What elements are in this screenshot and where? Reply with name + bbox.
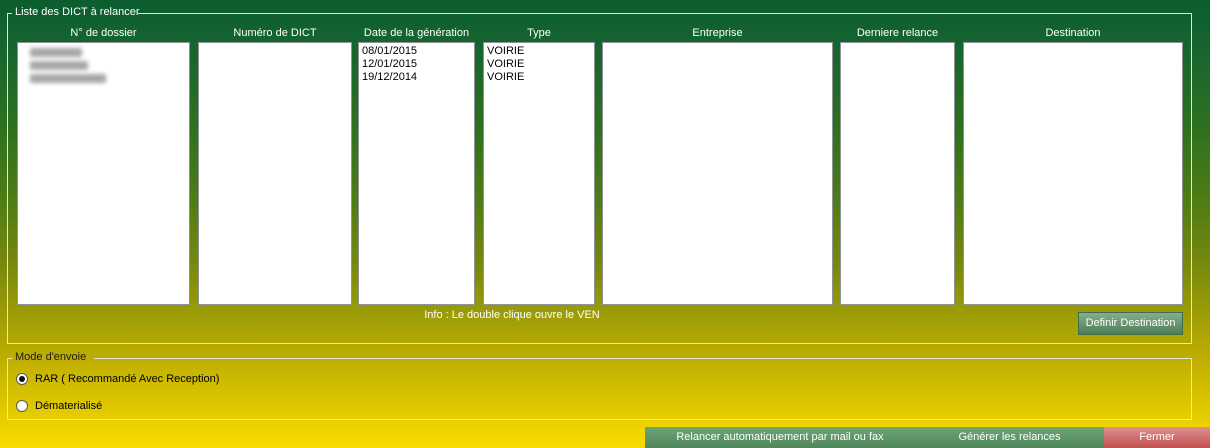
list-item-type[interactable]: VOIRIE xyxy=(484,58,594,71)
generer-relances-button[interactable]: Générer les relances xyxy=(915,427,1104,448)
dict-relance-window: Liste des DICT à relancer N° de dossier … xyxy=(0,0,1210,448)
list-item-type[interactable]: VOIRIE xyxy=(484,71,594,84)
listbox-destination[interactable] xyxy=(963,42,1183,305)
list-item-redacted[interactable] xyxy=(30,61,88,70)
liste-group-label: Liste des DICT à relancer xyxy=(15,6,140,18)
listbox-relance[interactable] xyxy=(840,42,955,305)
column-header-entreprise: Entreprise xyxy=(692,27,743,39)
groupbox-border xyxy=(8,13,12,14)
list-item-date[interactable]: 19/12/2014 xyxy=(359,71,474,84)
groupbox-border xyxy=(138,13,1191,14)
column-header-destination: Destination xyxy=(1045,27,1101,39)
listbox-entreprise[interactable] xyxy=(602,42,833,305)
radio-selected-dot xyxy=(19,376,25,382)
info-label: Info : Le double clique ouvre le VEN xyxy=(424,309,600,321)
mode-envoie-groupbox: Mode d'envoie xyxy=(7,351,1192,420)
column-header-numero-dict: Numéro de DICT xyxy=(233,27,317,39)
definir-destination-button[interactable]: Definir Destination xyxy=(1078,312,1183,335)
relancer-auto-button[interactable]: Relancer automatiquement par mail ou fax xyxy=(645,427,915,448)
column-header-date: Date de la génération xyxy=(363,27,470,39)
radio-option-dematerialise[interactable]: Dématerialisé xyxy=(16,399,102,413)
listbox-date[interactable]: 08/01/2015 12/01/2015 19/12/2014 xyxy=(358,42,475,305)
radio-label-rar: RAR ( Recommandé Avec Reception) xyxy=(35,373,220,385)
list-item-type[interactable]: VOIRIE xyxy=(484,45,594,58)
groupbox-border xyxy=(8,358,12,359)
list-item-date[interactable]: 08/01/2015 xyxy=(359,45,474,58)
column-header-dossier: N° de dossier xyxy=(70,27,137,39)
radio-button-icon[interactable] xyxy=(16,373,28,385)
listbox-dossier[interactable] xyxy=(17,42,190,305)
radio-button-icon[interactable] xyxy=(16,400,28,412)
listbox-type[interactable]: VOIRIE VOIRIE VOIRIE xyxy=(483,42,595,305)
groupbox-border xyxy=(94,358,1191,359)
column-header-relance: Derniere relance xyxy=(856,27,939,39)
fermer-button[interactable]: Fermer xyxy=(1104,427,1210,448)
radio-label-dematerialise: Dématerialisé xyxy=(35,400,103,412)
radio-option-rar[interactable]: RAR ( Recommandé Avec Reception) xyxy=(16,372,219,386)
mode-envoie-group-label: Mode d'envoie xyxy=(15,351,87,363)
list-item-redacted[interactable] xyxy=(30,74,106,83)
listbox-numero-dict[interactable] xyxy=(198,42,352,305)
column-header-type: Type xyxy=(527,27,551,39)
list-item-redacted[interactable] xyxy=(30,48,82,57)
list-item-date[interactable]: 12/01/2015 xyxy=(359,58,474,71)
